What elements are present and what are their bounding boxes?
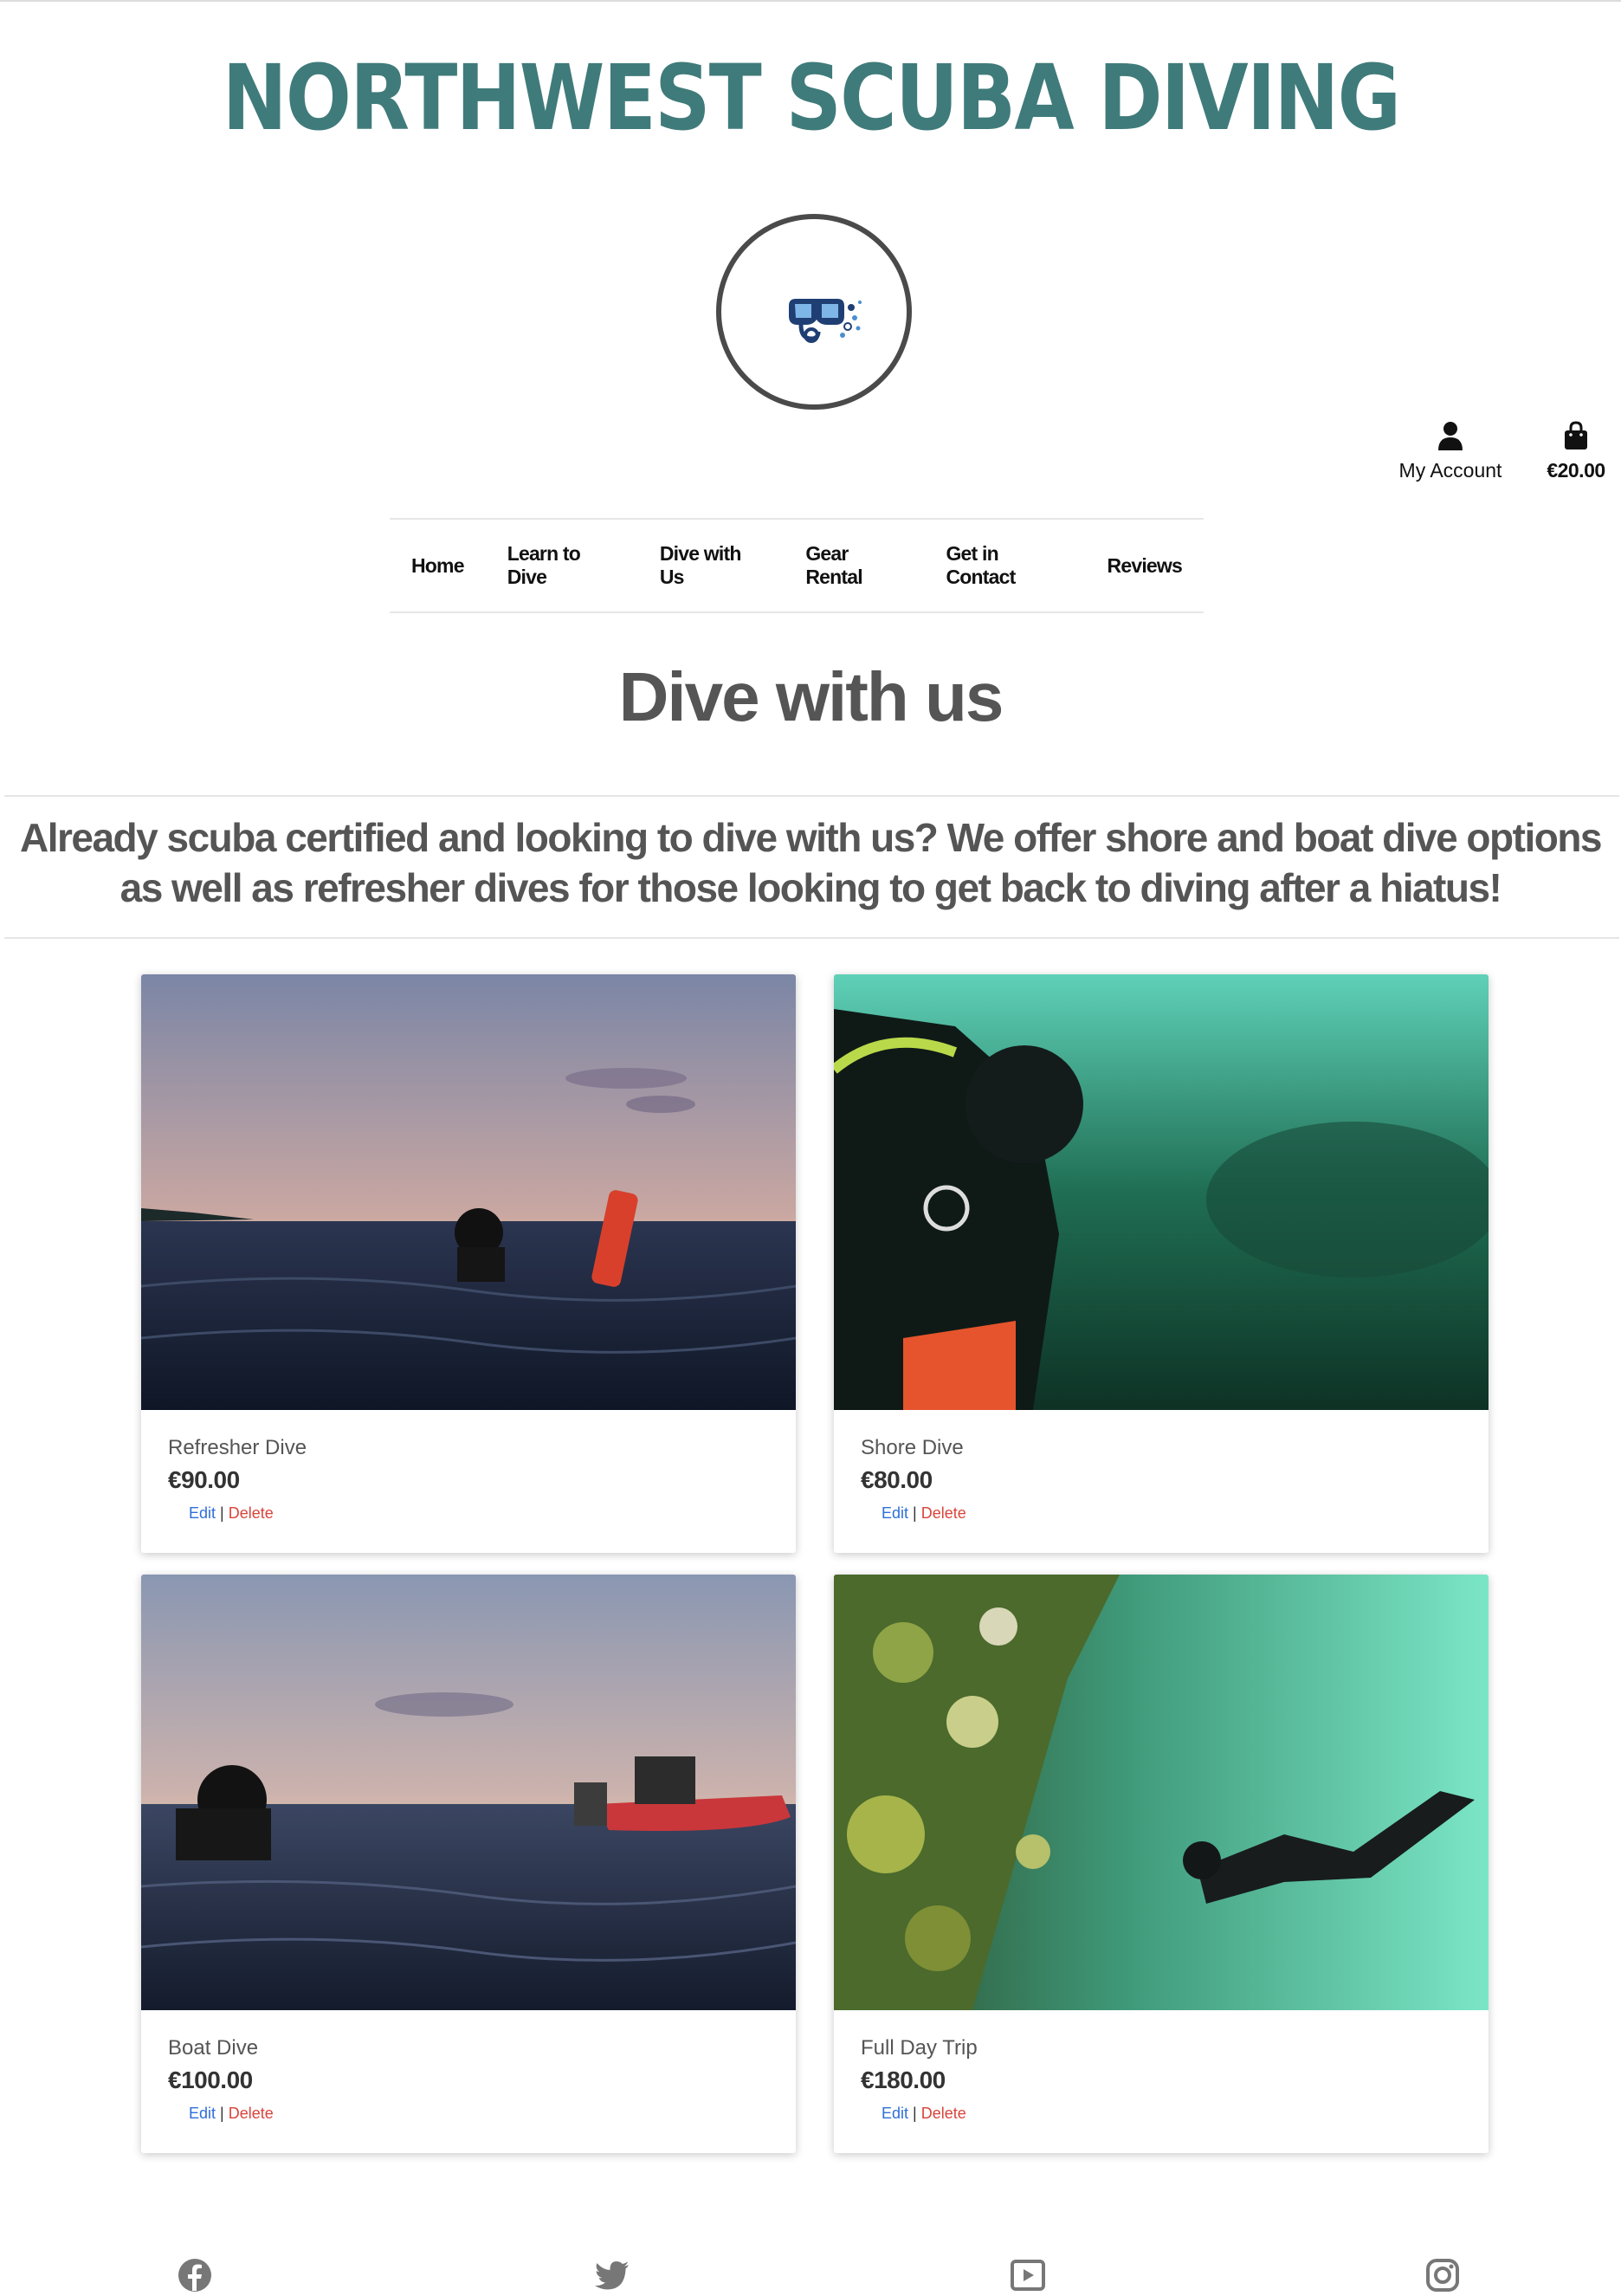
product-image[interactable]	[141, 974, 796, 1410]
shopping-bag-icon	[1533, 421, 1619, 456]
separator: |	[913, 1504, 917, 1522]
dive-mask-icon	[789, 299, 862, 343]
instagram-icon[interactable]	[1424, 2256, 1462, 2294]
edit-link[interactable]: Edit	[882, 1504, 908, 1522]
nav-home[interactable]: Home	[390, 554, 486, 578]
separator: |	[913, 2105, 917, 2122]
nav-reviews[interactable]: Reviews	[1086, 554, 1204, 578]
delete-link[interactable]: Delete	[229, 1504, 274, 1522]
product-actions: Edit | Delete	[189, 1504, 274, 1523]
youtube-icon[interactable]	[1009, 2256, 1047, 2294]
product-price: €80.00	[861, 1466, 933, 1493]
product-actions: Edit | Delete	[189, 2105, 274, 2123]
nav-dive-with-us[interactable]: Dive with Us	[638, 542, 785, 589]
my-account-link[interactable]: My Account	[1385, 421, 1515, 482]
product-name: Boat Dive	[168, 2036, 259, 2060]
site-logo[interactable]	[716, 214, 912, 410]
delete-link[interactable]: Delete	[921, 2105, 966, 2122]
edit-link[interactable]: Edit	[189, 1504, 216, 1522]
product-actions: Edit | Delete	[882, 1504, 966, 1523]
edit-link[interactable]: Edit	[882, 2105, 908, 2122]
edit-link[interactable]: Edit	[189, 2105, 216, 2122]
product-name: Refresher Dive	[168, 1436, 307, 1459]
main-nav: Home Learn to Dive Dive with Us Gear Ren…	[390, 518, 1204, 613]
my-account-label: My Account	[1398, 459, 1502, 482]
site-brand-title[interactable]: NORTHWEST SCUBA DIVING	[114, 33, 1508, 163]
product-image[interactable]	[834, 974, 1489, 1410]
separator: |	[220, 1504, 224, 1522]
product-price: €90.00	[168, 1466, 240, 1493]
delete-link[interactable]: Delete	[921, 1504, 966, 1522]
user-icon	[1385, 421, 1515, 456]
separator: |	[220, 2105, 224, 2122]
top-divider	[0, 0, 1621, 2]
page-title: Dive with us	[618, 658, 1004, 735]
product-price: €100.00	[168, 2066, 253, 2093]
twitter-icon[interactable]	[593, 2256, 631, 2294]
shopping-bag-link[interactable]: €20.00	[1533, 421, 1619, 482]
product-card: Boat Dive €100.00 Edit | Delete	[141, 1575, 796, 2153]
product-image[interactable]	[141, 1575, 796, 2010]
nav-learn-to-dive[interactable]: Learn to Dive	[486, 542, 638, 589]
product-price: €180.00	[861, 2066, 946, 2093]
product-card: Full Day Trip €180.00 Edit | Delete	[834, 1575, 1489, 2153]
intro-text: Already scuba certified and looking to d…	[19, 815, 1603, 910]
product-image[interactable]	[834, 1575, 1489, 2010]
product-name: Full Day Trip	[861, 2036, 978, 2060]
delete-link[interactable]: Delete	[229, 2105, 274, 2122]
nav-gear-rental[interactable]: Gear Rental	[784, 542, 924, 589]
facebook-icon[interactable]	[176, 2256, 214, 2294]
bag-total: €20.00	[1547, 459, 1605, 482]
product-card: Refresher Dive €90.00 Edit | Delete	[141, 974, 796, 1553]
product-card: Shore Dive €80.00 Edit | Delete	[834, 974, 1489, 1553]
product-name: Shore Dive	[861, 1436, 964, 1459]
nav-get-in-contact[interactable]: Get in Contact	[924, 542, 1085, 589]
product-actions: Edit | Delete	[882, 2105, 966, 2123]
